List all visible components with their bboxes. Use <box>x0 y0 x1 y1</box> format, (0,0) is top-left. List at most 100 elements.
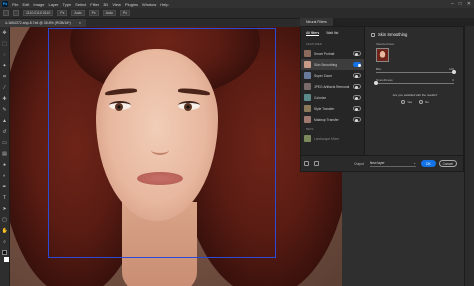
menu-type[interactable]: Type <box>63 2 72 7</box>
document-tab[interactable]: 4-1654372-shp-8.7x6 @ 35.8% (RGB/16*) × <box>0 19 86 27</box>
filter-toggle[interactable] <box>353 106 361 111</box>
foreground-color-swatch[interactable] <box>2 250 7 255</box>
filter-item-super-zoom[interactable]: Super Zoom <box>301 70 364 81</box>
output-select-value: New layer <box>369 161 385 165</box>
menu-image[interactable]: Image <box>33 2 44 7</box>
menu-view[interactable]: View <box>112 2 121 7</box>
document-title: 4-1654372-shp-8.7x6 @ 35.8% (RGB/16*) <box>5 21 71 25</box>
filter-item-label: Landscape Mixer <box>314 136 340 141</box>
filter-toggle[interactable] <box>353 117 361 122</box>
filter-toggle[interactable] <box>353 95 361 100</box>
radio-no-label: No <box>425 100 429 104</box>
section-beta: BETA <box>306 127 314 131</box>
menu-help[interactable]: Help <box>160 2 168 7</box>
tab-wait-list[interactable]: Wait list <box>326 31 338 36</box>
brush-icon[interactable]: ✎ <box>2 107 8 113</box>
filter-toggle[interactable] <box>353 51 361 56</box>
heal-icon[interactable]: ✚ <box>2 96 8 102</box>
radio-yes[interactable]: Yes <box>401 100 412 104</box>
menu-3d[interactable]: 3D <box>103 2 108 7</box>
dodge-icon[interactable]: ◐ <box>2 173 8 179</box>
filter-thumb <box>304 61 311 68</box>
eyedropper-icon[interactable]: ⁄ <box>2 85 8 91</box>
radio-no[interactable]: No <box>419 100 429 104</box>
filter-item-makeup-transfer[interactable]: Makeup Transfer <box>301 114 364 125</box>
filter-item-colorize[interactable]: Colorize <box>301 92 364 103</box>
marquee-icon[interactable]: ⬚ <box>2 41 8 47</box>
filter-list-tabs: All filters Wait list <box>301 27 364 40</box>
reset-icon[interactable] <box>314 161 319 166</box>
filter-info-icon <box>371 32 375 37</box>
minimize-icon[interactable]: – <box>451 1 454 7</box>
option-field-4[interactable]: Auto <box>102 10 116 16</box>
radio-yes-dot[interactable] <box>401 100 406 104</box>
filter-item-label: Colorize <box>314 95 327 100</box>
face-selection-box[interactable] <box>48 28 276 258</box>
shape-icon[interactable]: ▢ <box>2 217 8 223</box>
type-icon[interactable]: T <box>2 195 8 201</box>
pen-icon[interactable]: ✒ <box>2 184 8 190</box>
filter-toggle[interactable] <box>353 62 361 67</box>
filter-item-skin-smoothing[interactable]: Skin Smoothing <box>301 59 364 70</box>
filter-item-landscape-mixer[interactable]: Landscape Mixer <box>301 133 364 144</box>
gradient-icon[interactable]: ▤ <box>2 151 8 157</box>
tools-panel: ✥ ⬚ ◌ ✦ ⌗ ⁄ ✚ ✎ ▲ ↺ ▭ ▤ ● ◐ ✒ T ➤ ▢ ✋ ⌕ <box>0 27 10 286</box>
tool-preset-icon[interactable] <box>13 10 19 16</box>
blur-slider[interactable] <box>376 70 456 74</box>
move-icon[interactable]: ✥ <box>2 30 8 36</box>
option-field-5[interactable]: Px <box>119 10 130 16</box>
smoothness-slider[interactable] <box>374 81 454 85</box>
radio-yes-label: Yes <box>407 100 413 104</box>
filter-thumb <box>304 116 311 123</box>
close-tab-icon[interactable]: × <box>79 21 81 25</box>
maximize-icon[interactable]: □ <box>459 1 462 7</box>
preview-toggle-icon[interactable] <box>304 161 309 166</box>
blur-icon[interactable]: ● <box>2 162 8 168</box>
wand-icon[interactable]: ✦ <box>2 63 8 69</box>
menu-edit[interactable]: Edit <box>22 2 29 7</box>
menu-filter[interactable]: Filter <box>90 2 99 7</box>
eraser-icon[interactable]: ▭ <box>2 140 8 146</box>
output-select[interactable]: New layer ⌄ <box>369 160 416 167</box>
close-icon[interactable]: ✕ <box>467 1 471 7</box>
filter-list: All filters Wait list FEATURED Smart Por… <box>301 27 365 157</box>
blur-row: Blur 100 <box>367 67 463 71</box>
stamp-icon[interactable]: ▲ <box>2 118 8 124</box>
option-field-2[interactable]: Auto <box>71 10 85 16</box>
smoothness-slider-knob[interactable] <box>374 81 378 85</box>
menu-bar: Ps File Edit Image Layer Type Select Fil… <box>0 0 474 8</box>
menu-file[interactable]: File <box>12 2 18 7</box>
menu-window[interactable]: Window <box>142 2 156 7</box>
neural-filters-tab[interactable]: Neural Filters <box>300 18 333 26</box>
filter-item-label: JPEG Artifacts Removal <box>314 84 350 89</box>
filter-item-smart-portrait[interactable]: Smart Portrait <box>301 48 364 59</box>
hand-icon[interactable]: ✋ <box>2 228 8 234</box>
option-field-3[interactable]: Px <box>88 10 99 16</box>
radio-no-dot[interactable] <box>419 100 424 104</box>
ok-button[interactable]: OK <box>420 160 436 167</box>
option-field-1[interactable]: Px <box>57 10 68 16</box>
lasso-icon[interactable]: ◌ <box>2 52 8 58</box>
filter-thumb <box>304 50 311 57</box>
home-icon[interactable] <box>3 10 9 16</box>
path-select-icon[interactable]: ➤ <box>2 206 8 212</box>
menu-select[interactable]: Select <box>75 2 86 7</box>
mode-field[interactable]: 1110.0110.0110 <box>23 10 54 16</box>
background-color-swatch[interactable] <box>3 257 9 262</box>
right-panel-strip <box>464 26 474 286</box>
filter-item-jpeg-artifacts-removal[interactable]: JPEG Artifacts Removal <box>301 81 364 92</box>
tab-all-filters[interactable]: All filters <box>306 31 320 36</box>
cancel-button[interactable]: Cancel <box>438 160 457 167</box>
document-canvas[interactable] <box>10 27 342 286</box>
menu-layer[interactable]: Layer <box>48 2 58 7</box>
crop-icon[interactable]: ⌗ <box>2 74 8 80</box>
filter-item-style-transfer[interactable]: Style Transfer <box>301 103 364 114</box>
filter-toggle[interactable] <box>353 73 361 78</box>
menu-plugins[interactable]: Plugins <box>125 2 138 7</box>
right-panel-area <box>342 172 474 286</box>
selected-face-thumbnail[interactable] <box>376 48 389 62</box>
history-brush-icon[interactable]: ↺ <box>2 129 8 135</box>
blur-slider-knob[interactable] <box>452 70 456 74</box>
zoom-icon[interactable]: ⌕ <box>2 239 8 245</box>
filter-toggle[interactable] <box>353 84 361 89</box>
